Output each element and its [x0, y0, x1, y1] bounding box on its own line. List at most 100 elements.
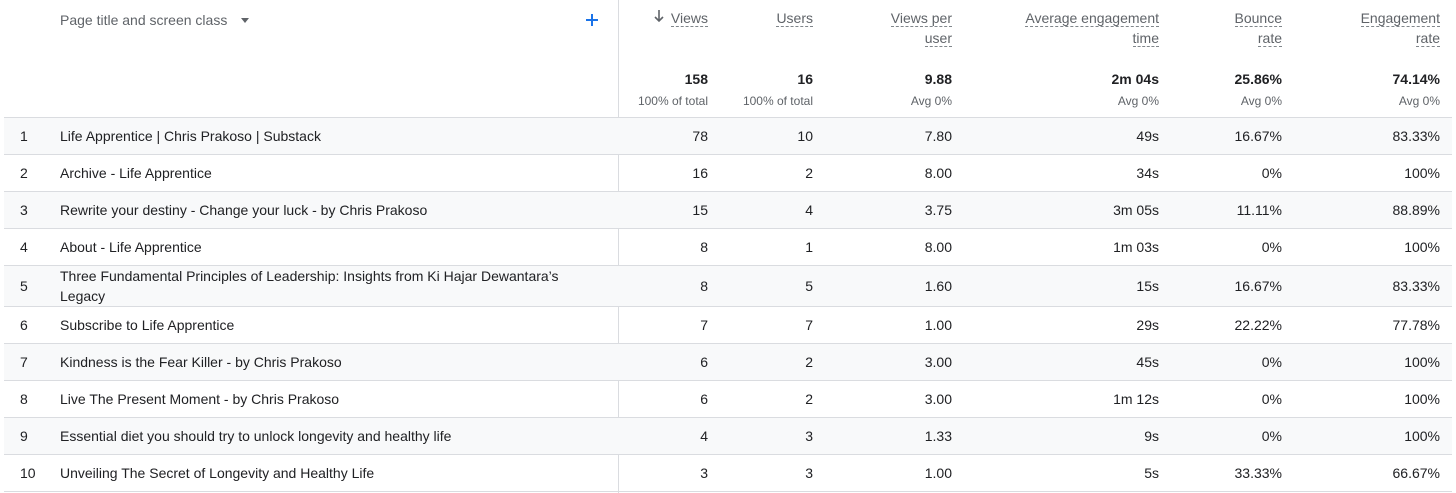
users-cell: 2 — [805, 354, 813, 370]
views-per-user-cell: 3.00 — [924, 354, 952, 370]
avg-engagement-cell: 49s — [1136, 128, 1159, 144]
dimension-label: Page title and screen class — [60, 12, 228, 28]
page-title-cell[interactable]: Essential diet you should try to unlock … — [60, 418, 590, 454]
add-dimension-button[interactable] — [580, 8, 604, 32]
total-sub: 100% of total — [637, 94, 708, 108]
bounce-rate-cell: 0% — [1261, 165, 1282, 181]
engagement-rate-cell: 77.78% — [1392, 317, 1440, 333]
users-cell: 7 — [805, 317, 813, 333]
total-sub: Avg 0% — [1117, 94, 1159, 108]
column-label: rate — [1257, 30, 1282, 47]
users-cell: 3 — [805, 428, 813, 444]
column-header-average-engagement-time[interactable]: Average engagement time — [959, 8, 1159, 48]
column-label: rate — [1415, 30, 1440, 47]
avg-engagement-cell: 9s — [1144, 428, 1159, 444]
views-cell: 7 — [700, 317, 708, 333]
views-per-user-cell: 7.80 — [924, 128, 952, 144]
column-header-engagement-rate[interactable]: Engagement rate — [1289, 8, 1440, 48]
engagement-rate-cell: 83.33% — [1392, 128, 1440, 144]
views-cell: 16 — [692, 165, 708, 181]
table-row[interactable]: 4 About - Life Apprentice 8 1 8.00 1m 03… — [4, 229, 1452, 266]
table-row[interactable]: 6 Subscribe to Life Apprentice 7 7 1.00 … — [4, 307, 1452, 344]
views-cell: 78 — [692, 128, 708, 144]
bounce-rate-cell: 16.67% — [1234, 128, 1282, 144]
bounce-rate-cell: 11.11% — [1236, 202, 1282, 218]
views-per-user-cell: 3.00 — [924, 391, 952, 407]
column-label: Users — [776, 10, 813, 27]
table-row[interactable]: 9 Essential diet you should try to unloc… — [4, 418, 1452, 455]
column-label: Bounce — [1234, 10, 1282, 27]
page-title-cell[interactable]: About - Life Apprentice — [60, 229, 590, 265]
bounce-rate-cell: 0% — [1261, 391, 1282, 407]
page-title-cell[interactable]: Three Fundamental Principles of Leadersh… — [60, 266, 590, 306]
plus-icon — [586, 14, 598, 26]
table-row[interactable]: 7 Kindness is the Fear Killer - by Chris… — [4, 344, 1452, 381]
page-title-cell[interactable]: Kindness is the Fear Killer - by Chris P… — [60, 344, 590, 380]
dimension-selector[interactable]: Page title and screen class — [60, 12, 250, 28]
bounce-rate-cell: 22.22% — [1234, 317, 1282, 333]
engagement-rate-cell: 100% — [1404, 428, 1440, 444]
arrow-down-icon — [653, 8, 665, 29]
row-index: 3 — [20, 202, 28, 218]
views-per-user-cell: 3.75 — [924, 202, 952, 218]
row-index: 9 — [20, 428, 28, 444]
total-views: 158 100% of total — [624, 70, 708, 110]
views-cell: 6 — [700, 391, 708, 407]
page-title-cell[interactable]: Life Apprentice | Chris Prakoso | Substa… — [60, 118, 590, 154]
total-sub: Avg 0% — [910, 94, 952, 108]
engagement-rate-cell: 100% — [1404, 391, 1440, 407]
users-cell: 2 — [805, 391, 813, 407]
page-title-cell[interactable]: Rewrite your destiny - Change your luck … — [60, 192, 590, 228]
avg-engagement-cell: 5s — [1144, 465, 1159, 481]
row-index: 8 — [20, 391, 28, 407]
views-per-user-cell: 1.33 — [924, 428, 952, 444]
column-header-views-per-user[interactable]: Views per user — [819, 8, 952, 48]
bounce-rate-cell: 16.67% — [1234, 278, 1282, 294]
engagement-rate-cell: 66.67% — [1392, 465, 1440, 481]
table-row[interactable]: 3 Rewrite your destiny - Change your luc… — [4, 192, 1452, 229]
total-value: 158 — [684, 71, 708, 87]
table-row[interactable]: 5 Three Fundamental Principles of Leader… — [4, 266, 1452, 307]
column-header-bounce-rate[interactable]: Bounce rate — [1164, 8, 1282, 48]
page-title-cell[interactable]: Subscribe to Life Apprentice — [60, 307, 590, 343]
engagement-rate-cell: 88.89% — [1392, 202, 1440, 218]
total-value: 16 — [797, 71, 813, 87]
table-row[interactable]: 1 Life Apprentice | Chris Prakoso | Subs… — [4, 118, 1452, 155]
page-title-cell[interactable]: Live The Present Moment - by Chris Prako… — [60, 381, 590, 417]
row-index: 5 — [20, 278, 28, 294]
row-index: 4 — [20, 239, 28, 255]
views-per-user-cell: 8.00 — [924, 165, 952, 181]
total-bounce-rate: 25.86% Avg 0% — [1164, 70, 1282, 110]
users-cell: 10 — [797, 128, 813, 144]
total-value: 74.14% — [1392, 71, 1440, 87]
column-label: Views — [670, 10, 708, 27]
bounce-rate-cell: 0% — [1261, 428, 1282, 444]
column-header-users[interactable]: Users — [714, 8, 813, 28]
column-label: Engagement — [1360, 10, 1440, 27]
table-body: 1 Life Apprentice | Chris Prakoso | Subs… — [4, 117, 1452, 492]
column-header-views[interactable]: Views — [624, 8, 708, 29]
views-per-user-cell: 1.00 — [924, 317, 952, 333]
views-cell: 15 — [692, 202, 708, 218]
engagement-rate-cell: 100% — [1404, 239, 1440, 255]
views-cell: 4 — [700, 428, 708, 444]
avg-engagement-cell: 15s — [1136, 278, 1159, 294]
views-cell: 8 — [700, 278, 708, 294]
page-title-report-table: Page title and screen class Views 158 10… — [4, 0, 1456, 493]
column-label: Views per — [890, 10, 952, 27]
table-row[interactable]: 2 Archive - Life Apprentice 16 2 8.00 34… — [4, 155, 1452, 192]
total-value: 2m 04s — [1111, 71, 1159, 87]
table-row[interactable]: 10 Unveiling The Secret of Longevity and… — [4, 455, 1452, 492]
table-row[interactable]: 8 Live The Present Moment - by Chris Pra… — [4, 381, 1452, 418]
total-engagement-rate: 74.14% Avg 0% — [1289, 70, 1440, 110]
bounce-rate-cell: 33.33% — [1234, 465, 1282, 481]
bounce-rate-cell: 0% — [1261, 239, 1282, 255]
users-cell: 5 — [805, 278, 813, 294]
page-title-cell[interactable]: Unveiling The Secret of Longevity and He… — [60, 455, 590, 491]
row-index: 1 — [20, 128, 28, 144]
page-title-cell[interactable]: Archive - Life Apprentice — [60, 155, 590, 191]
avg-engagement-cell: 45s — [1136, 354, 1159, 370]
users-cell: 3 — [805, 465, 813, 481]
bounce-rate-cell: 0% — [1261, 354, 1282, 370]
total-value: 25.86% — [1234, 71, 1282, 87]
